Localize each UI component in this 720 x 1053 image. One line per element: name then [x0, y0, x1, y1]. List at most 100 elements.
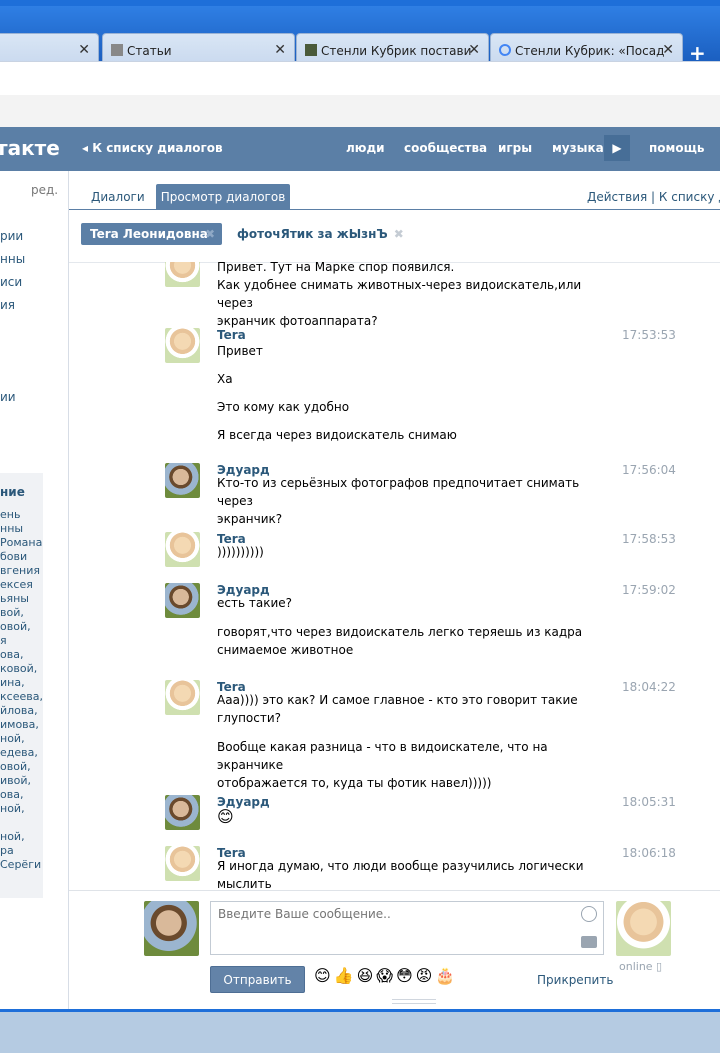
avatar[interactable] — [165, 262, 200, 287]
participant-chip[interactable]: Tera Леонидовна ✖ — [81, 223, 222, 245]
box-name[interactable]: овой, — [0, 760, 31, 773]
back-to-dialogs-link[interactable]: ◂ К списку диалогов — [82, 141, 223, 155]
message-text: Привет. Тут на Марке спор появился. Как у… — [217, 262, 582, 328]
box-name[interactable]: ной, — [0, 830, 25, 843]
tab-close-icon[interactable]: ✕ — [78, 42, 90, 58]
attach-link[interactable]: Прикрепить — [537, 973, 613, 987]
actions-links[interactable]: Действия | К списку др — [587, 190, 720, 204]
box-name[interactable]: Романа — [0, 536, 42, 549]
message-text: Привет Ха Это кому как удобно Я всегда ч… — [217, 344, 457, 442]
browser-tab-bar: ✕ Статьи ✕ Стенли Кубрик поставил ✕ Стен… — [0, 6, 720, 67]
message-text: )))))))))) — [217, 545, 264, 559]
sidebar-item[interactable]: рии — [0, 229, 23, 243]
message-field[interactable] — [216, 906, 570, 922]
message-time: 18:05:31 — [622, 795, 676, 809]
box-name[interactable]: ексея — [0, 578, 33, 591]
remove-icon[interactable]: ✖ — [394, 227, 404, 241]
bookmarks-bar — [0, 95, 720, 128]
nav-games[interactable]: игры — [498, 141, 532, 155]
box-name[interactable]: ной, — [0, 732, 25, 745]
subtabs-bar: Диалоги Просмотр диалогов Действия | К с… — [69, 171, 720, 210]
box-name[interactable]: ень — [0, 508, 20, 521]
message-time: 18:04:22 — [622, 680, 676, 694]
message-text: Я иногда думаю, что люди вообще разучили… — [217, 859, 584, 890]
tab-close-icon[interactable]: ✕ — [274, 42, 286, 58]
box-name[interactable]: йлова, — [0, 704, 38, 717]
message-composer: online ▯ Отправить 😊👍😆😱😳😡🎂 Прикрепить — [69, 890, 720, 1010]
film-icon — [305, 44, 317, 56]
message-list[interactable]: Привет. Тут на Марке спор появился. Как у… — [69, 262, 720, 890]
left-info-box: ние ень нны Романа бови вгения ексея ьян… — [0, 473, 43, 898]
tab-close-icon[interactable]: ✕ — [662, 42, 674, 58]
message-input[interactable] — [210, 901, 604, 955]
edit-link[interactable]: ред. — [31, 183, 58, 197]
tab-dialogs[interactable]: Диалоги — [91, 190, 145, 204]
box-name[interactable]: ной, — [0, 802, 25, 815]
box-name[interactable]: ова, — [0, 648, 23, 661]
box-name[interactable]: вой, — [0, 606, 24, 619]
sidebar-item[interactable]: иси — [0, 275, 22, 289]
tab-view-dialogs[interactable]: Просмотр диалогов — [156, 184, 290, 209]
tab-label: Стенли Кубрик поставил — [321, 44, 471, 58]
box-name[interactable]: ра — [0, 844, 14, 857]
message-time: 17:58:53 — [622, 532, 676, 546]
nav-communities[interactable]: сообщества — [404, 141, 487, 155]
tab-close-icon[interactable]: ✕ — [468, 42, 480, 58]
message-time: 17:53:53 — [622, 328, 676, 342]
resize-handle[interactable] — [392, 999, 436, 1004]
box-name[interactable]: овой, — [0, 620, 31, 633]
send-button[interactable]: Отправить — [210, 966, 305, 993]
author-name[interactable]: Tera — [217, 328, 246, 342]
box-name[interactable]: ина, — [0, 676, 25, 689]
avatar[interactable] — [165, 532, 200, 567]
box-name[interactable]: едева, — [0, 746, 38, 759]
tab-label: Статьи — [127, 44, 172, 58]
camera-icon[interactable] — [581, 936, 597, 948]
box-name[interactable]: нны — [0, 522, 23, 535]
left-sidebar: ред. рии нны иси ия ии ние ень нны Роман… — [0, 171, 69, 1009]
google-icon — [499, 44, 511, 56]
box-name[interactable]: Серёги — [0, 858, 41, 871]
box-name[interactable]: я — [0, 634, 7, 647]
sidebar-item[interactable]: ия — [0, 298, 15, 312]
box-name[interactable]: ксеева, — [0, 690, 43, 703]
box-title: ние — [0, 485, 25, 499]
box-name[interactable]: вгения — [0, 564, 40, 577]
interlocutor-avatar[interactable] — [616, 901, 671, 956]
box-name[interactable]: ова, — [0, 788, 23, 801]
avatar[interactable] — [165, 583, 200, 618]
sidebar-item[interactable]: нны — [0, 252, 25, 266]
participants-bar: Tera Леонидовна ✖ фоточЯтик за жЫзнЪ ✖ — [69, 210, 720, 263]
box-name[interactable]: бови — [0, 550, 27, 563]
box-name[interactable]: ковой, — [0, 662, 37, 675]
participant-chip[interactable]: фоточЯтик за жЫзнЪ ✖ — [237, 227, 404, 241]
box-name[interactable]: имова, — [0, 718, 39, 731]
participant-name: Tera Леонидовна — [90, 227, 208, 241]
my-avatar[interactable] — [144, 901, 199, 956]
avatar[interactable] — [165, 328, 200, 363]
message-text: есть такие? говорят,что через видоискате… — [217, 596, 583, 657]
avatar[interactable] — [165, 846, 200, 881]
avatar[interactable] — [165, 463, 200, 498]
emoji-bar[interactable]: 😊👍😆😱😳😡🎂 — [314, 966, 458, 985]
message-text: 😊 — [217, 807, 234, 826]
page-icon — [111, 44, 123, 56]
address-bar[interactable] — [0, 61, 720, 96]
nav-music[interactable]: музыка — [552, 141, 604, 155]
nav-help[interactable]: помощь — [649, 141, 704, 155]
online-status: online ▯ — [619, 960, 663, 973]
avatar[interactable] — [165, 680, 200, 715]
smiley-icon[interactable] — [581, 906, 597, 922]
message-time: 17:59:02 — [622, 583, 676, 597]
message-text: Кто-то из серьёзных фотографов предпочит… — [217, 476, 580, 526]
remove-icon[interactable]: ✖ — [205, 223, 215, 245]
box-name[interactable]: ьяны — [0, 592, 29, 605]
site-logo[interactable]: такте — [0, 136, 60, 160]
box-name[interactable]: ивой, — [0, 774, 31, 787]
sidebar-item[interactable]: ии — [0, 390, 16, 404]
dialog-view: Диалоги Просмотр диалогов Действия | К с… — [69, 171, 720, 1009]
nav-people[interactable]: люди — [346, 141, 385, 155]
avatar[interactable] — [165, 795, 200, 830]
play-arrow-icon[interactable]: ▶ — [604, 135, 630, 161]
tab-label: Стенли Кубрик: «Посадк — [515, 44, 665, 58]
